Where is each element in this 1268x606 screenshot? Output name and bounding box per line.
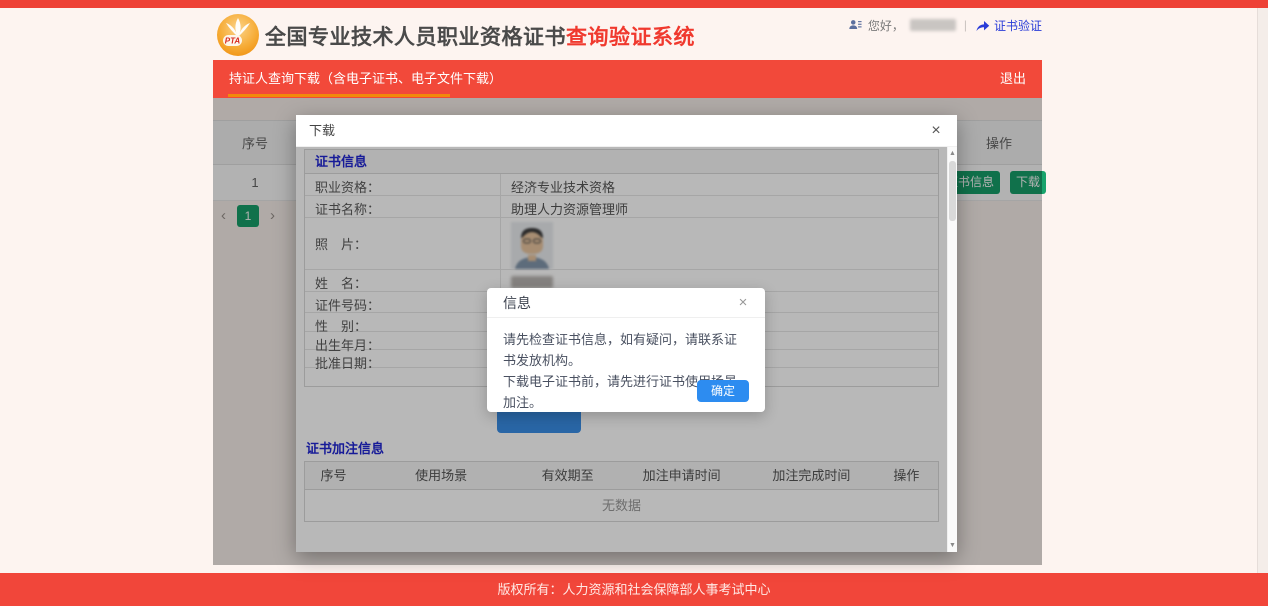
top-accent-bar (0, 0, 1268, 8)
page-title: 全国专业技术人员职业资格证书查询验证系统 (265, 21, 695, 51)
cert-verify-link[interactable]: 证书验证 (975, 17, 1042, 34)
separator: | (964, 18, 967, 32)
download-modal-title: 下载 (309, 123, 335, 138)
user-bar: 您好， | 证书验证 (848, 16, 1042, 34)
active-tab-underline (228, 94, 450, 97)
main-nav: 持证人查询下载（含电子证书、电子文件下载） 退出 (213, 60, 1042, 98)
footer: 版权所有：人力资源和社会保障部人事考试中心 (0, 573, 1268, 606)
scroll-down-icon[interactable]: ▼ (948, 542, 957, 549)
download-modal-header: 下载 × (296, 115, 957, 147)
copyright-text: 版权所有：人力资源和社会保障部人事考试中心 (0, 573, 1268, 598)
ok-button[interactable]: 确定 (697, 380, 749, 402)
page-title-main: 全国专业技术人员职业资格证书 (265, 26, 566, 49)
close-icon[interactable]: × (733, 288, 753, 318)
pta-logo-icon: PTA (217, 14, 259, 56)
scrollbar-thumb[interactable] (949, 161, 956, 221)
user-icon (848, 18, 862, 32)
scroll-up-icon[interactable]: ▲ (948, 150, 957, 157)
info-message-line-1: 请先检查证书信息，如有疑问，请联系证书发放机构。 (503, 329, 749, 371)
page-title-accent: 查询验证系统 (566, 26, 695, 49)
redacted-username (910, 19, 956, 31)
modal-scrollbar[interactable]: ▲ ▼ (947, 147, 957, 552)
browser-scrollbar[interactable] (1257, 8, 1268, 573)
share-arrow-icon (975, 19, 990, 32)
svg-text:PTA: PTA (225, 37, 241, 46)
close-icon[interactable]: × (925, 115, 947, 147)
info-dialog-title: 信息 (503, 295, 531, 311)
info-dialog-header: 信息 × (487, 288, 765, 318)
info-dialog: 信息 × 请先检查证书信息，如有疑问，请联系证书发放机构。 下载电子证书前，请先… (487, 288, 765, 412)
cert-verify-label: 证书验证 (994, 17, 1042, 34)
greeting-text: 您好， (868, 17, 904, 34)
logout-button[interactable]: 退出 (984, 60, 1042, 98)
tab-holder-query-download[interactable]: 持证人查询下载（含电子证书、电子文件下载） (229, 60, 502, 98)
